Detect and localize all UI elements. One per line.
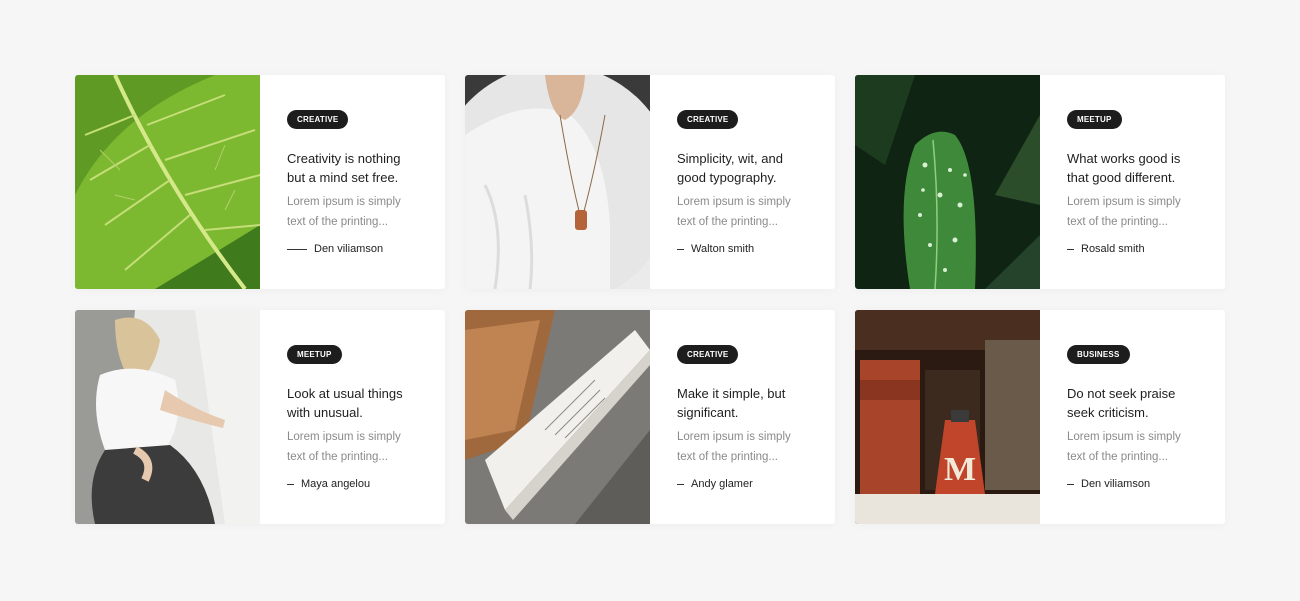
post-title[interactable]: Make it simple, but significant.	[677, 384, 805, 422]
category-badge[interactable]: BUSINESS	[1067, 345, 1130, 364]
author-name[interactable]: Rosald smith	[1081, 243, 1145, 255]
post-excerpt: Lorem ipsum is simply text of the printi…	[1067, 196, 1181, 228]
author-dash	[287, 483, 294, 485]
author-dash	[1067, 483, 1074, 485]
leaf-photo[interactable]	[75, 75, 260, 289]
author-dash	[287, 248, 307, 250]
category-badge[interactable]: CREATIVE	[287, 110, 349, 129]
post-excerpt: Lorem ipsum is simply text of the printi…	[1067, 431, 1181, 463]
blog-card[interactable]: CREATIVE Creativity is nothing but a min…	[75, 75, 445, 289]
blog-card[interactable]: CREATIVE Simplicity, wit, and good typog…	[465, 75, 835, 289]
post-author: Walton smith	[677, 243, 815, 255]
blog-card-grid: CREATIVE Creativity is nothing but a min…	[75, 75, 1225, 524]
author-name[interactable]: Andy glamer	[691, 478, 753, 490]
post-author: Den viliamson	[287, 243, 425, 255]
post-title[interactable]: Look at usual things with unusual.	[287, 384, 415, 422]
post-title[interactable]: Creativity is nothing but a mind set fre…	[287, 149, 415, 187]
woman-sitting-photo[interactable]	[75, 310, 260, 524]
author-name[interactable]: Walton smith	[691, 243, 754, 255]
blog-card[interactable]: MEETUP Look at usual things with unusual…	[75, 310, 445, 524]
post-excerpt: Lorem ipsum is simply text of the printi…	[287, 196, 401, 228]
category-badge[interactable]: CREATIVE	[677, 110, 739, 129]
author-name[interactable]: Den viliamson	[314, 243, 383, 255]
post-title[interactable]: Do not seek praise seek criticism.	[1067, 384, 1195, 422]
wet-plant-photo[interactable]	[855, 75, 1040, 289]
post-excerpt: Lorem ipsum is simply text of the printi…	[677, 431, 791, 463]
category-badge[interactable]: CREATIVE	[677, 345, 739, 364]
author-name[interactable]: Den viliamson	[1081, 478, 1150, 490]
post-excerpt: Lorem ipsum is simply text of the printi…	[677, 196, 791, 228]
post-title[interactable]: Simplicity, wit, and good typography.	[677, 149, 805, 187]
blog-card[interactable]: M BUSINESS Do not seek praise seek criti…	[855, 310, 1225, 524]
svg-text:M: M	[944, 451, 976, 488]
blog-card[interactable]: CREATIVE Make it simple, but significant…	[465, 310, 835, 524]
post-author: Den viliamson	[1067, 478, 1205, 490]
author-dash	[677, 483, 684, 485]
sweater-necklace-photo[interactable]	[465, 75, 650, 289]
post-author: Andy glamer	[677, 478, 815, 490]
author-dash	[677, 248, 684, 250]
category-badge[interactable]: MEETUP	[287, 345, 342, 364]
author-dash	[1067, 248, 1074, 250]
author-name[interactable]: Maya angelou	[301, 478, 370, 490]
post-author: Maya angelou	[287, 478, 425, 490]
post-author: Rosald smith	[1067, 243, 1205, 255]
blog-card[interactable]: MEETUP What works good is that good diff…	[855, 75, 1225, 289]
red-bell-photo[interactable]: M	[855, 310, 1040, 524]
notebook-photo[interactable]	[465, 310, 650, 524]
post-title[interactable]: What works good is that good different.	[1067, 149, 1195, 187]
post-excerpt: Lorem ipsum is simply text of the printi…	[287, 431, 401, 463]
category-badge[interactable]: MEETUP	[1067, 110, 1122, 129]
